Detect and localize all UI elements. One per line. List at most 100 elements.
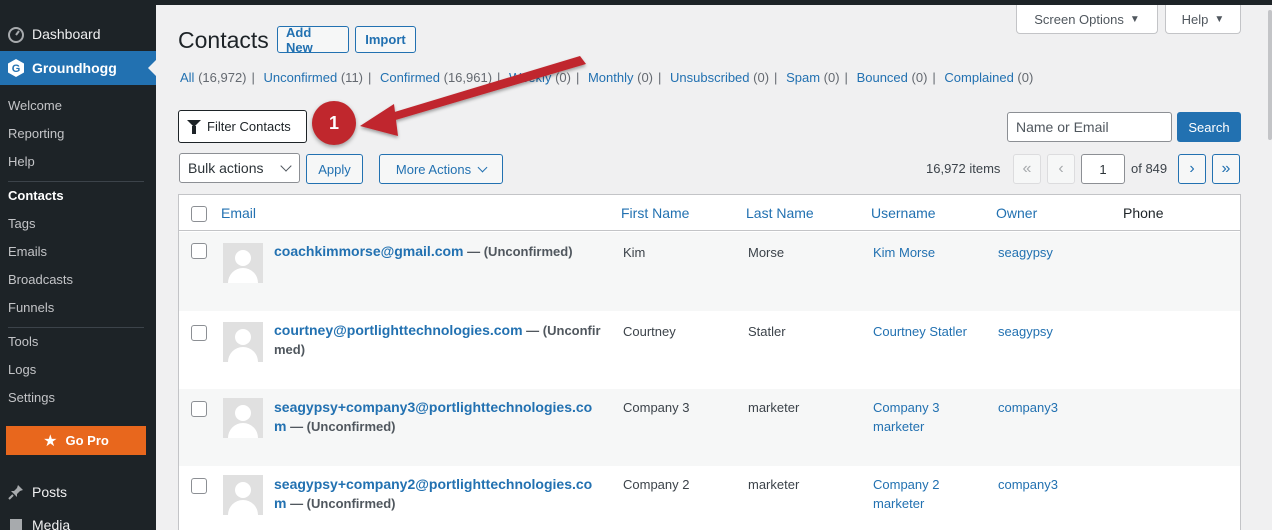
view-bounced[interactable]: Bounced <box>857 70 908 85</box>
more-actions-button[interactable]: More Actions <box>379 154 503 184</box>
column-first-name[interactable]: First Name <box>621 205 689 221</box>
screen-options-tab[interactable]: Screen Options ▼ <box>1016 5 1158 34</box>
owner-link[interactable]: seagypsy <box>998 243 1053 262</box>
column-phone: Phone <box>1123 205 1164 221</box>
view-count: (0) <box>637 70 654 85</box>
view-count: (16,972) <box>198 70 247 85</box>
sidebar-subitem-tools[interactable]: Tools <box>8 334 38 349</box>
table-row: seagypsy+company3@portlighttechnologies.… <box>179 389 1240 466</box>
column-owner[interactable]: Owner <box>996 205 1037 221</box>
select-all-checkbox[interactable] <box>191 206 207 222</box>
column-last-name[interactable]: Last Name <box>746 205 814 221</box>
chevron-down-icon <box>477 162 488 172</box>
dashboard-icon <box>6 24 26 44</box>
view-count: (0) <box>1017 70 1034 85</box>
contact-email-link[interactable]: courtney@portlighttechnologies.com <box>274 322 523 338</box>
username-link[interactable]: Company 2 marketer <box>873 475 953 513</box>
pin-icon <box>6 482 26 502</box>
first-page-button[interactable]: « <box>1013 154 1041 184</box>
view-unconfirmed[interactable]: Unconfirmed <box>264 70 338 85</box>
contact-status: — (Unconfirmed) <box>286 419 396 434</box>
import-button[interactable]: Import <box>355 26 416 53</box>
column-email[interactable]: Email <box>221 205 256 221</box>
username-link[interactable]: Kim Morse <box>873 243 988 262</box>
scrollbar[interactable] <box>1268 10 1272 140</box>
star-icon: ★ <box>43 432 58 450</box>
view-complained[interactable]: Complained <box>944 70 1013 85</box>
sidebar-item-dashboard[interactable]: Dashboard <box>0 17 156 51</box>
sidebar-subitem-contacts[interactable]: Contacts <box>8 188 64 203</box>
sidebar-item-label: Posts <box>32 484 68 500</box>
contact-status: — (Unconfirmed) <box>463 244 573 259</box>
contact-email-cell: courtney@portlighttechnologies.com — (Un… <box>274 321 604 359</box>
avatar <box>223 475 263 515</box>
media-icon <box>6 515 26 530</box>
sidebar-item-media[interactable]: Media <box>0 508 156 530</box>
avatar <box>223 322 263 362</box>
total-pages: of 849 <box>1131 161 1168 176</box>
avatar <box>223 398 263 438</box>
bulk-actions-select[interactable]: Bulk actions <box>179 153 300 183</box>
sidebar-subitem-help[interactable]: Help <box>8 154 35 169</box>
view-filters: All (16,972) | Unconfirmed (11) | Confirme… <box>180 70 1034 85</box>
sidebar-subitem-emails[interactable]: Emails <box>8 244 47 259</box>
search-input[interactable]: Name or Email <box>1007 112 1172 142</box>
last-name-cell: Morse <box>748 245 785 260</box>
next-page-button[interactable]: › <box>1178 154 1206 184</box>
view-monthly[interactable]: Monthly <box>588 70 634 85</box>
contacts-table: Email First Name Last Name Username Owne… <box>178 194 1241 530</box>
contact-email-cell: coachkimmorse@gmail.com — (Unconfirmed) <box>274 242 604 261</box>
filter-contacts-button[interactable]: Filter Contacts <box>178 110 307 143</box>
current-page-input[interactable]: 1 <box>1081 154 1125 184</box>
sidebar-subitem-funnels[interactable]: Funnels <box>8 300 54 315</box>
column-username[interactable]: Username <box>871 205 936 221</box>
prev-page-button[interactable]: ‹ <box>1047 154 1075 184</box>
view-weekly[interactable]: Weekly <box>509 70 551 85</box>
go-pro-button[interactable]: ★ Go Pro <box>6 426 146 455</box>
apply-button[interactable]: Apply <box>306 154 363 184</box>
add-new-button[interactable]: Add New <box>277 25 349 55</box>
sidebar-subitem-tags[interactable]: Tags <box>8 216 35 231</box>
annotation-callout: 1 <box>312 101 356 145</box>
bulk-actions-value: Bulk actions <box>188 160 264 176</box>
more-actions-label: More Actions <box>395 161 472 177</box>
view-all[interactable]: All <box>180 70 194 85</box>
sidebar-subitem-welcome[interactable]: Welcome <box>8 98 62 113</box>
view-spam[interactable]: Spam <box>786 70 820 85</box>
contact-email-link[interactable]: coachkimmorse@gmail.com <box>274 243 464 259</box>
view-confirmed[interactable]: Confirmed <box>380 70 440 85</box>
table-row: courtney@portlighttechnologies.com — (Un… <box>179 311 1240 389</box>
screen-options-label: Screen Options <box>1034 11 1124 27</box>
last-page-button[interactable]: » <box>1212 154 1240 184</box>
filter-icon <box>187 119 201 134</box>
row-checkbox[interactable] <box>191 401 207 417</box>
table-header: Email First Name Last Name Username Owne… <box>179 195 1240 231</box>
contact-email-cell: seagypsy+company2@portlighttechnologies.… <box>274 475 604 513</box>
sidebar-item-posts[interactable]: Posts <box>0 475 156 509</box>
sidebar-item-groundhogg[interactable]: G Groundhogg <box>0 51 156 85</box>
sidebar-item-label: Media <box>32 517 71 530</box>
first-name-cell: Company 3 <box>623 400 690 415</box>
username-link[interactable]: Company 3 marketer <box>873 398 953 436</box>
row-checkbox[interactable] <box>191 325 207 341</box>
sidebar-subitem-logs[interactable]: Logs <box>8 362 36 377</box>
main-content: Screen Options ▼ Help ▼ Contacts Add New… <box>156 5 1272 530</box>
first-name-cell: Courtney <box>623 324 676 339</box>
items-count: 16,972 items <box>926 161 1001 176</box>
owner-link[interactable]: company3 <box>998 475 1058 494</box>
row-checkbox[interactable] <box>191 243 207 259</box>
username-link[interactable]: Courtney Statler <box>873 322 988 341</box>
search-button[interactable]: Search <box>1177 112 1241 142</box>
owner-link[interactable]: seagypsy <box>998 322 1053 341</box>
sidebar-subitem-broadcasts[interactable]: Broadcasts <box>8 272 73 287</box>
sidebar-separator <box>8 327 144 328</box>
view-unsubscribed[interactable]: Unsubscribed <box>670 70 750 85</box>
view-count: (0) <box>911 70 928 85</box>
row-checkbox[interactable] <box>191 478 207 494</box>
sidebar-subitem-reporting[interactable]: Reporting <box>8 126 64 141</box>
admin-sidebar: Dashboard G Groundhogg Welcome Reporting… <box>0 0 156 530</box>
help-tab[interactable]: Help ▼ <box>1165 5 1241 34</box>
sidebar-subitem-settings[interactable]: Settings <box>8 390 55 405</box>
owner-link[interactable]: company3 <box>998 398 1058 417</box>
view-count: (0) <box>555 70 571 85</box>
